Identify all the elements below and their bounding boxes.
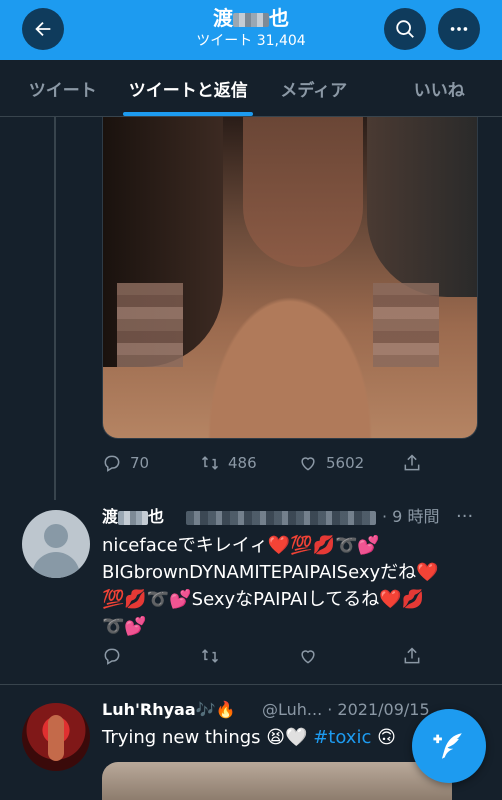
avatar[interactable] (22, 703, 90, 771)
author-name[interactable]: Luh'Rhyaa🎶🔥 (102, 700, 235, 720)
share-button[interactable] (402, 646, 422, 666)
tweet-media[interactable] (102, 762, 452, 800)
like-count: 5602 (326, 454, 365, 472)
hashtag-link[interactable]: #toxic (313, 727, 371, 748)
tweet-time: · 9 時間 (382, 507, 440, 526)
retweet-button[interactable] (200, 646, 298, 666)
tweet-more-button[interactable]: ··· (456, 506, 473, 527)
profile-name: 渡也 (120, 6, 382, 30)
back-button[interactable] (22, 8, 64, 50)
reply-button[interactable]: 70 (102, 453, 200, 473)
retweet-count: 486 (228, 454, 257, 472)
tweet-count: ツイート 31,404 (196, 33, 306, 49)
name-blur (233, 12, 269, 27)
name-prefix: 渡 (213, 6, 233, 30)
tweet-divider (0, 684, 502, 685)
compose-tweet-button[interactable] (412, 709, 486, 783)
thread-line (54, 117, 56, 500)
compose-feather-icon (433, 733, 462, 759)
author-handle: @Luh... · 2021/09/15 (262, 700, 430, 719)
more-horizontal-icon (450, 27, 468, 31)
search-button[interactable] (384, 8, 426, 50)
retweet-button[interactable]: 486 (200, 453, 298, 473)
author-name[interactable]: 渡也 (102, 507, 164, 527)
tab-tweets[interactable]: ツイート (0, 60, 126, 116)
search-icon (396, 20, 414, 38)
retweet-icon (201, 649, 219, 663)
retweet-icon (201, 456, 219, 470)
tweet-photo[interactable] (102, 117, 478, 439)
tweet-actions: 70 486 5602 (102, 451, 422, 475)
like-button[interactable]: 5602 (298, 453, 402, 473)
share-button[interactable] (402, 453, 422, 473)
share-icon (404, 647, 420, 664)
arrow-left-icon (35, 21, 51, 37)
handle-blur (186, 511, 376, 525)
reply-button[interactable] (102, 646, 200, 666)
more-options-button[interactable] (438, 8, 480, 50)
tab-tweets-and-replies[interactable]: ツイートと返信 (126, 60, 252, 116)
heart-icon (301, 457, 315, 471)
heart-icon (301, 650, 315, 664)
profile-header: 渡也 ツイート 31,404 (0, 0, 502, 60)
reply-icon (104, 455, 120, 472)
avatar[interactable] (22, 510, 90, 578)
mosaic-censor (117, 283, 183, 367)
name-suffix: 也 (269, 6, 289, 30)
mosaic-censor (373, 283, 439, 367)
share-icon (404, 454, 420, 471)
like-button[interactable] (298, 646, 402, 666)
reply-count: 70 (130, 454, 150, 472)
tweet-actions (102, 644, 422, 668)
tab-likes[interactable]: いいね (377, 60, 502, 116)
tweet-text: Trying new things 😫🤍 #toxic 🙃 (102, 727, 396, 748)
reply-icon (104, 648, 120, 665)
tab-media[interactable]: メディア (251, 60, 377, 116)
tweet-text: nicefaceでキレイィ❤️💯💋➰💕 BIGbrownDYNAMITEPAIP… (102, 535, 439, 637)
profile-tabs: ツイート ツイートと返信 メディア いいね (0, 60, 502, 117)
